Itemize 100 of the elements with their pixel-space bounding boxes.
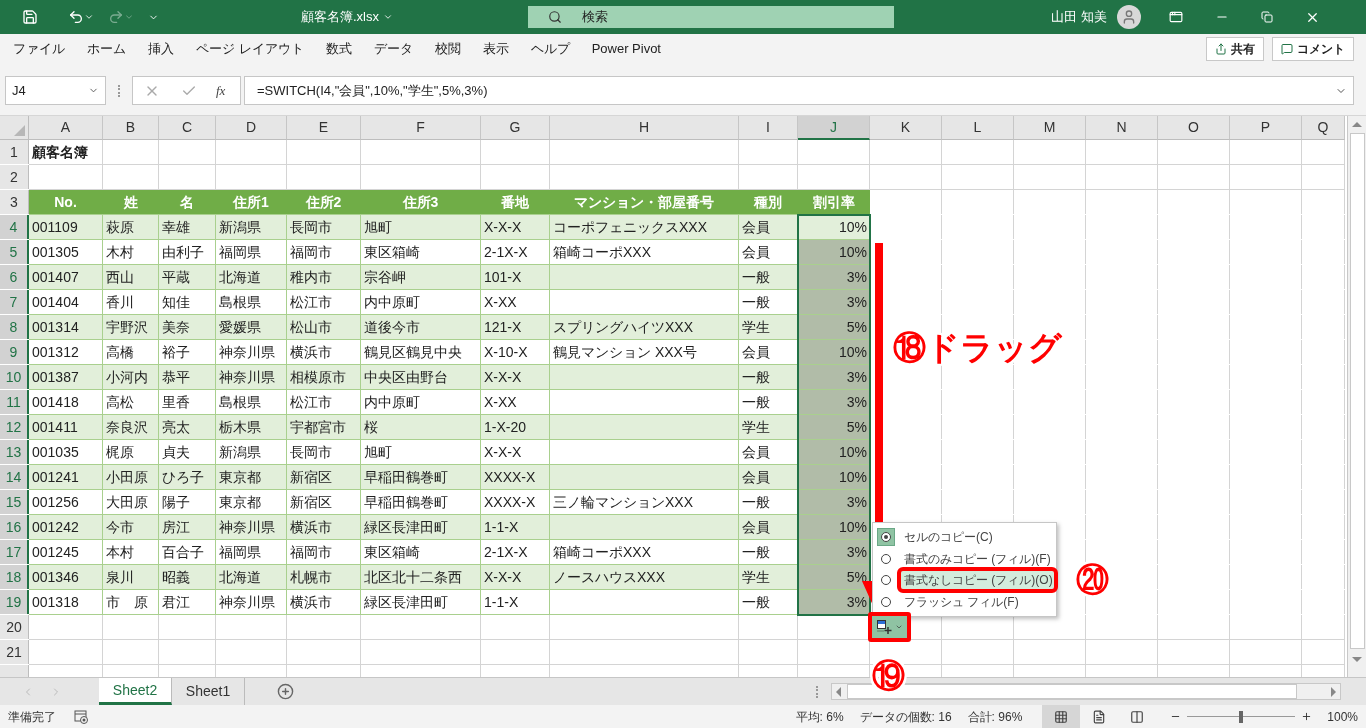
sheet-tab[interactable]: Sheet2 [99,678,172,705]
row-header[interactable]: 14 [0,465,29,489]
file-name-button[interactable]: 顧客名簿.xlsx [301,7,393,27]
ribbon-display-icon[interactable] [1168,10,1183,24]
ribbon-tab[interactable]: Power Pivot [581,34,671,64]
row-header[interactable]: 13 [0,440,29,464]
column-header[interactable]: A [29,116,103,140]
ribbon-tab[interactable]: 表示 [472,34,519,64]
column-header[interactable]: L [942,116,1014,140]
option-label: セルのコピー(C) [903,528,994,546]
table-cell-text: 001035 [31,442,80,462]
comment-button[interactable]: コメント [1272,37,1354,61]
table-cell-text: 福岡市 [289,242,333,262]
table-cell-text: 001318 [31,592,80,612]
row-header[interactable]: 20 [0,615,29,639]
row-header[interactable]: 3 [0,190,29,214]
column-header[interactable]: K [870,116,942,140]
column-header[interactable]: I [739,116,798,140]
scroll-right-icon[interactable] [1331,686,1336,697]
zoom-in-icon[interactable] [1301,711,1313,722]
view-button[interactable] [1042,705,1081,728]
ribbon-tab[interactable]: ヘルプ [520,34,580,64]
ribbon-tab[interactable]: 校閲 [424,34,471,64]
share-button[interactable]: 共有 [1206,37,1264,61]
table-cell-text: 001314 [31,317,80,337]
row-header[interactable]: 2 [0,165,29,189]
zoom-slider-thumb[interactable] [1239,710,1244,723]
insert-function-button[interactable]: fx [216,80,226,101]
paste-option[interactable]: 書式なしコピー (フィル)(O) [873,569,1056,592]
row-header[interactable]: 5 [0,240,29,264]
radio-button[interactable] [877,527,895,546]
column-header[interactable]: B [103,116,159,140]
scroll-left-icon[interactable] [836,686,841,697]
undo-icon[interactable] [68,9,84,25]
row-header[interactable]: 6 [0,265,29,289]
row-header[interactable]: 18 [0,565,29,589]
table-cell-text: 001241 [31,467,80,487]
scroll-up-icon[interactable] [1352,122,1362,127]
row-header[interactable]: 9 [0,340,29,364]
formula-field[interactable]: =SWITCH(I4,"会員",10%,"学生",5%,3%) [244,76,1354,105]
split-handle-icon[interactable] [816,686,818,698]
zoom-percentage[interactable]: 100% [1327,707,1358,726]
column-header[interactable]: E [287,116,361,140]
search-field[interactable]: 検索 [528,6,894,28]
table-cell-text: 相模原市 [289,367,347,387]
vertical-scrollbar[interactable] [1347,116,1366,677]
add-sheet-icon[interactable] [277,683,294,700]
paste-option[interactable]: 書式のみコピー (フィル)(F) [873,547,1056,570]
table-cell: 10% [798,515,869,539]
column-header[interactable]: O [1158,116,1230,140]
column-header[interactable]: N [1086,116,1158,140]
column-header[interactable]: J [798,116,870,140]
row-header[interactable]: 19 [0,590,29,614]
restore-icon[interactable] [1260,11,1273,23]
table-cell-text: 一般 [741,542,771,562]
column-header[interactable]: P [1230,116,1302,140]
column-header[interactable]: M [1014,116,1086,140]
column-header[interactable]: F [361,116,481,140]
row-header[interactable]: 16 [0,515,29,539]
scroll-down-icon[interactable] [1352,657,1362,662]
column-header[interactable]: C [159,116,216,140]
zoom-slider[interactable] [1187,710,1296,723]
row-header[interactable]: 17 [0,540,29,564]
macro-record-icon[interactable] [74,709,88,724]
row-header[interactable]: 4 [0,215,29,239]
table-cell-text: 由利子 [161,242,205,262]
paste-options-button[interactable] [868,612,911,642]
ribbon-tab[interactable]: 挿入 [138,34,184,64]
table-cell-text: 121-X [483,317,523,337]
row-header[interactable]: 15 [0,490,29,514]
column-header[interactable]: Q [1302,116,1345,140]
table-cell-text: 2-1X-X [483,242,529,262]
table-cell-text: 緑区長津田町 [363,517,449,537]
paste-option[interactable]: フラッシュ フィル(F) [873,591,1056,613]
table-cell-text: 北区北十二条西 [363,567,463,587]
row-header[interactable]: 10 [0,365,29,389]
column-header[interactable]: D [216,116,287,140]
row-header[interactable]: 7 [0,290,29,314]
table-cell-text: X-XX [483,392,518,412]
table-cell-text: 北海道 [218,267,262,287]
row-header[interactable]: 12 [0,415,29,439]
table-cell-text: 里香 [161,392,191,412]
row-header[interactable]: 1 [0,140,29,164]
column-header[interactable]: G [481,116,550,140]
name-box[interactable]: J4 [5,76,106,105]
ribbon-tab[interactable]: 数式 [315,34,362,64]
save-icon[interactable] [22,9,38,25]
ribbon-tab[interactable]: ホーム [77,34,136,64]
row-header[interactable]: 8 [0,315,29,339]
row-header[interactable]: 21 [0,640,29,664]
ribbon-tab[interactable]: ページ レイアウト [186,34,314,64]
avatar[interactable] [1116,5,1141,29]
ribbon-tab[interactable]: ファイル [3,34,75,64]
table-cell-text: X-XX [483,292,518,312]
table-cell-text: 新潟県 [218,442,262,462]
caret-icon[interactable] [84,12,94,22]
ribbon-tab[interactable]: データ [363,34,423,64]
row-header[interactable]: 11 [0,390,29,414]
column-header[interactable]: H [550,116,739,140]
paste-option[interactable]: セルのコピー(C) [873,526,1056,548]
